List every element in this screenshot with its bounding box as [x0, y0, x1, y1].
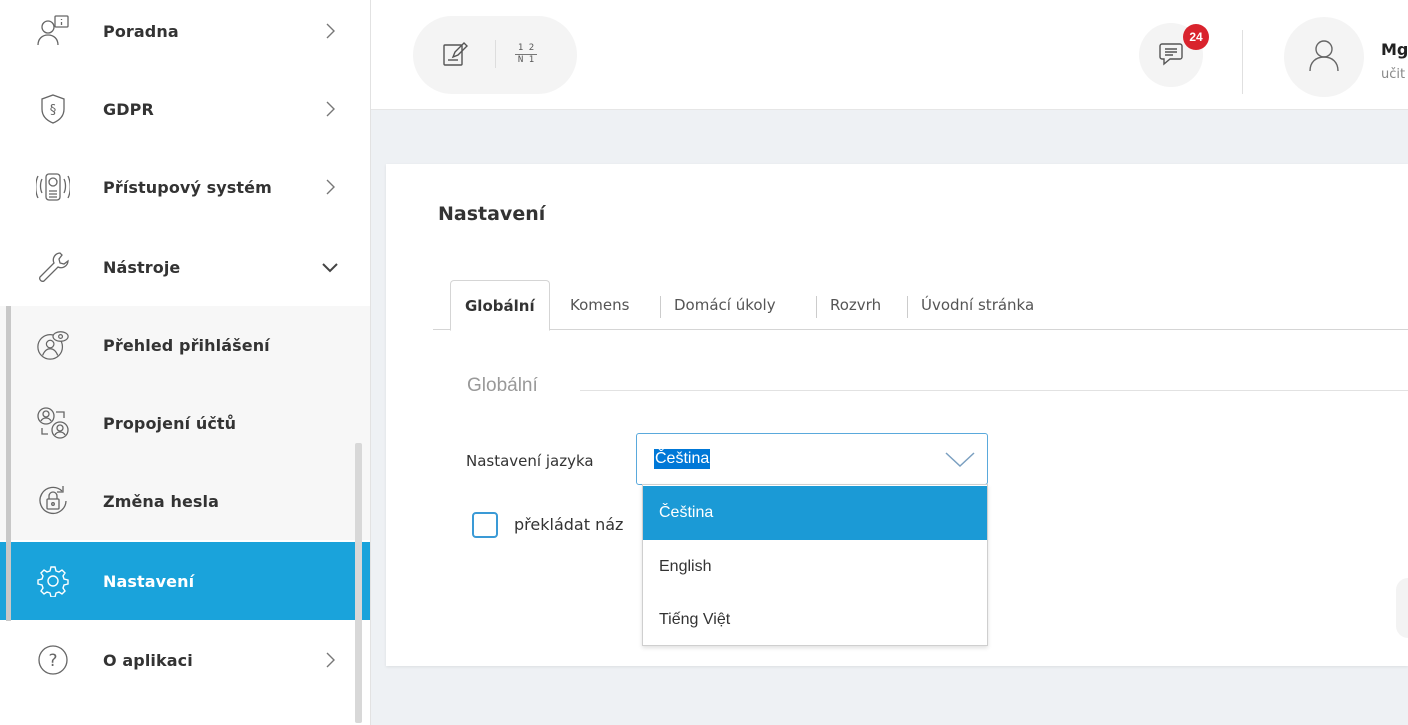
sidebar-item-gdpr[interactable]: § GDPR	[0, 70, 370, 148]
user-name[interactable]: Mg	[1381, 40, 1408, 59]
access-system-icon	[36, 170, 70, 204]
account-link-icon	[36, 406, 70, 440]
edit-note-icon[interactable]	[441, 40, 469, 68]
svg-text:?: ?	[48, 651, 57, 671]
language-select-value: Čeština	[654, 449, 711, 469]
grade-numbers-top: 1 2	[517, 43, 535, 53]
grade-numbers-icon[interactable]: 1 2 N 1	[509, 40, 543, 68]
sidebar-item-zmena-hesla[interactable]: Změna hesla	[0, 462, 370, 540]
sidebar-item-label: Nastavení	[103, 571, 195, 591]
grade-numbers-bottom: N 1	[517, 55, 535, 65]
sidebar-item-o-aplikaci[interactable]: ? O aplikaci	[0, 621, 370, 699]
sidebar-item-pristupovy-system[interactable]: Přístupový systém	[0, 148, 370, 226]
login-overview-icon	[36, 328, 70, 362]
sidebar: Poradna § GDPR Přístupový systém Nástroj…	[0, 0, 370, 725]
message-icon	[1157, 39, 1185, 71]
tab-komens[interactable]: Komens	[570, 280, 629, 330]
sidebar-item-label: Nástroje	[103, 257, 181, 277]
user-avatar-icon	[1307, 38, 1341, 76]
settings-tabs: Globální Komens Domácí úkoly Rozvrh Úvod…	[433, 280, 1408, 331]
sidebar-item-label: O aplikaci	[103, 650, 193, 670]
language-field-label: Nastavení jazyka	[466, 452, 594, 470]
chevron-right-icon	[318, 97, 342, 121]
sidebar-item-poradna[interactable]: Poradna	[0, 0, 370, 70]
sidebar-item-prehled-prihlaseni[interactable]: Přehled přihlášení	[0, 306, 370, 384]
sidebar-item-label: Přehled přihlášení	[103, 335, 270, 355]
tab-uvodni-stranka[interactable]: Úvodní stránka	[921, 280, 1034, 330]
sidebar-item-nastaveni[interactable]: Nastavení	[0, 542, 370, 620]
submenu-indicator	[6, 306, 11, 621]
sidebar-item-label: Propojení účtů	[103, 413, 237, 433]
wrench-icon	[36, 250, 70, 284]
section-legend-line	[580, 390, 1408, 391]
password-change-icon	[36, 484, 70, 518]
sidebar-item-propojeni-uctu[interactable]: Propojení účtů	[0, 384, 370, 462]
gear-icon	[36, 564, 70, 598]
sidebar-scrollbar[interactable]	[355, 443, 362, 723]
chevron-right-icon	[318, 175, 342, 199]
translate-names-label[interactable]: překládat náz	[514, 515, 642, 534]
tab-separator	[816, 296, 817, 318]
chevron-right-icon	[318, 19, 342, 43]
sidebar-item-label: Přístupový systém	[103, 177, 272, 197]
gdpr-shield-icon: §	[36, 92, 70, 126]
tab-separator	[907, 296, 908, 318]
svg-text:§: §	[50, 103, 57, 118]
tab-rozvrh[interactable]: Rozvrh	[830, 280, 881, 330]
chevron-right-icon	[318, 648, 342, 672]
language-option[interactable]: Tiếng Việt	[643, 593, 987, 647]
tab-domaci-ukoly[interactable]: Domácí úkoly	[674, 280, 776, 330]
tab-globalni[interactable]: Globální	[450, 280, 550, 331]
top-bar: 1 2 N 1 24 Mg učit	[371, 0, 1408, 110]
quick-tools: 1 2 N 1	[413, 16, 577, 94]
advice-icon	[36, 14, 70, 48]
messages-count-badge: 24	[1183, 24, 1209, 50]
language-option[interactable]: Čeština	[643, 486, 987, 540]
language-option[interactable]: English	[643, 540, 987, 594]
sidebar-item-label: Poradna	[103, 21, 179, 41]
sidebar-item-label: GDPR	[103, 99, 154, 119]
tab-separator	[660, 296, 661, 318]
section-legend: Globální	[467, 375, 538, 396]
language-select[interactable]: Čeština	[636, 433, 988, 485]
sidebar-item-label: Změna hesla	[103, 491, 220, 511]
side-panel-handle[interactable]	[1396, 578, 1408, 638]
chevron-down-icon	[943, 448, 977, 470]
user-avatar[interactable]	[1284, 17, 1364, 97]
translate-names-checkbox[interactable]	[472, 512, 498, 538]
sidebar-item-nastroje[interactable]: Nástroje	[0, 228, 370, 306]
user-role: učit	[1381, 67, 1406, 82]
help-icon: ?	[36, 643, 70, 677]
language-dropdown: Čeština English Tiếng Việt	[642, 484, 988, 646]
tool-separator	[495, 40, 496, 68]
topbar-separator	[1242, 30, 1243, 94]
page-title: Nastavení	[438, 203, 546, 225]
chevron-down-icon	[318, 255, 342, 279]
